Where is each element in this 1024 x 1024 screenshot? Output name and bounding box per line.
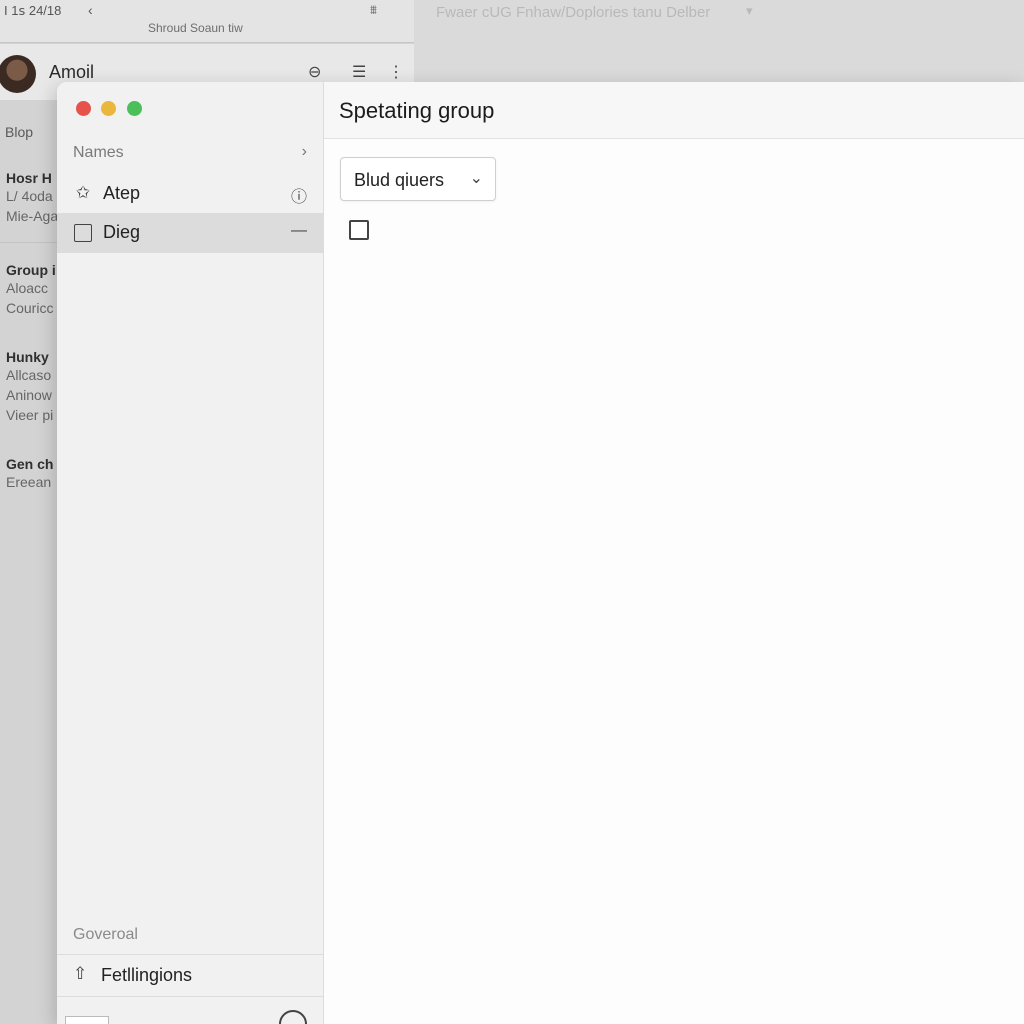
cloud-upload-icon: ⇧ <box>73 964 88 983</box>
page-title: Spetating group <box>339 98 495 123</box>
divider <box>57 996 323 997</box>
divider <box>57 954 323 955</box>
control-icon[interactable]: ⩩ <box>370 2 377 18</box>
refresh-icon[interactable] <box>279 1010 307 1024</box>
sidebar-item-atep[interactable]: ✩ Atep ⓘ <box>57 174 323 214</box>
background-window-toolbar: Fwaer cUG Fnhaw/Doplories tanu Delber ▾ <box>414 0 1024 82</box>
minus-icon[interactable]: — <box>291 222 307 240</box>
grid-icon <box>73 222 93 242</box>
sidebar-item-dieg[interactable]: Dieg — <box>57 213 323 253</box>
kebab-menu-icon[interactable]: ⋮ <box>388 62 404 82</box>
chevron-down-icon: ▾ <box>746 3 753 18</box>
minimize-window-button[interactable] <box>101 101 116 116</box>
content-header: Spetating group <box>324 82 1024 139</box>
chevron-right-icon: › <box>301 143 307 160</box>
back-icon[interactable]: ‹ <box>88 2 93 18</box>
status-subtitle: Shroud Soaun tiw <box>148 21 243 35</box>
sidebar-item-label: Fetllingions <box>101 965 193 985</box>
group-dropdown[interactable]: Blud qiuers ⌄ <box>340 157 496 201</box>
names-section-header[interactable]: Names › <box>73 143 307 166</box>
chevron-down-icon: ⌄ <box>469 170 483 187</box>
info-icon[interactable]: ⓘ <box>291 183 307 207</box>
dropdown-value: Blud qiuers <box>354 170 445 190</box>
main-content: Spetating group Blud qiuers ⌄ <box>324 82 1024 1024</box>
user-name: Amoil <box>49 62 95 82</box>
footer-section-label: Goverоal <box>73 926 138 943</box>
bottom-input[interactable] <box>65 1016 109 1024</box>
star-icon: ✩ <box>75 183 91 202</box>
background-window-title: Fwaer cUG Fnhaw/Doplories tanu Delber <box>436 4 711 21</box>
list-icon[interactable]: ☰ <box>352 62 366 82</box>
status-bar: I 1ꜱ 24/18 ‹ Shroud Soaun tiw ⩩ <box>0 0 414 43</box>
sidebar-item-label: Atep <box>103 183 141 203</box>
settings-window: Names › ✩ Atep ⓘ Dieg — Goverоal ⇧ Fetll… <box>57 82 1024 1024</box>
close-window-button[interactable] <box>76 101 91 116</box>
names-label: Names <box>73 144 124 161</box>
section-label: Blop <box>5 124 34 140</box>
divider <box>0 242 60 243</box>
more-circle-icon[interactable]: ⊖ <box>308 62 321 82</box>
sidebar-item-label: Dieg <box>103 222 141 242</box>
option-checkbox[interactable] <box>349 220 369 240</box>
zoom-window-button[interactable] <box>127 101 142 116</box>
sidebar: Names › ✩ Atep ⓘ Dieg — Goverоal ⇧ Fetll… <box>57 82 324 1024</box>
sidebar-item-settings[interactable]: ⇧ Fetllingions <box>57 958 323 994</box>
status-time: I 1ꜱ 24/18 <box>4 3 62 18</box>
